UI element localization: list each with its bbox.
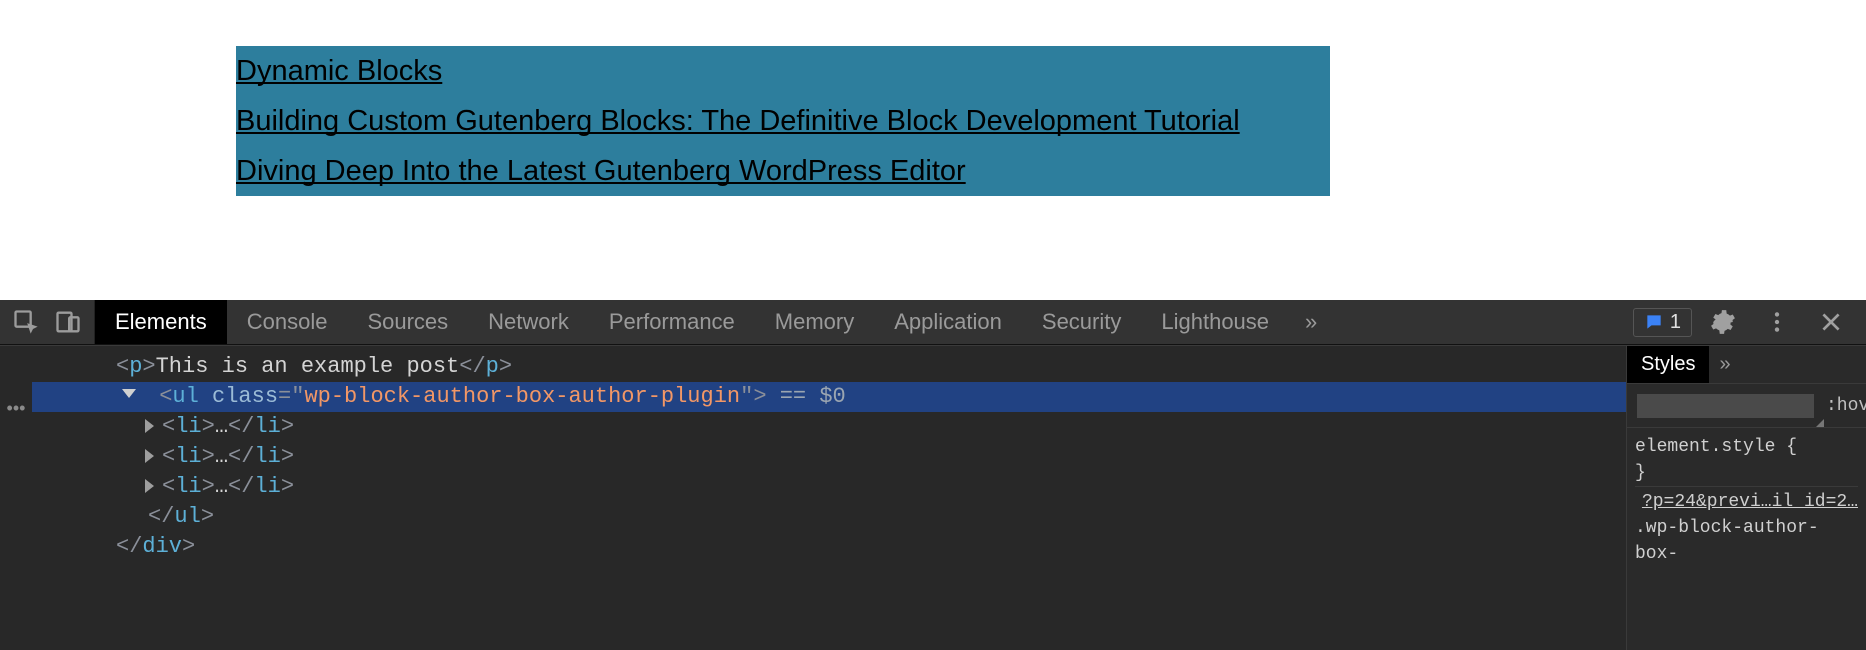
devtools-tabstrip: Elements Console Sources Network Perform… [0,300,1866,345]
gear-icon[interactable] [1710,309,1736,335]
issues-count: 1 [1670,311,1681,334]
tab-lighthouse[interactable]: Lighthouse [1141,300,1289,344]
styles-rule-selector: element.style [1635,437,1775,457]
highlighted-block: Dynamic Blocks Building Custom Gutenberg… [236,46,1330,196]
tree-row[interactable]: <li>…</li> [32,472,1626,502]
devtools: Elements Console Sources Network Perform… [0,300,1866,650]
link-dynamic-blocks[interactable]: Dynamic Blocks [236,46,1330,96]
brace-close: } [1635,463,1646,483]
message-icon [1644,312,1664,332]
tab-styles[interactable]: Styles [1627,346,1709,383]
tab-performance[interactable]: Performance [589,300,755,344]
styles-filter-input[interactable] [1637,394,1814,418]
tab-network[interactable]: Network [468,300,589,344]
styles-pane: Styles » :hov .cls + e [1626,346,1866,650]
devtools-tabstrip-left [0,300,95,344]
tab-security[interactable]: Security [1022,300,1141,344]
tab-sources[interactable]: Sources [347,300,468,344]
styles-tabbar: Styles » [1627,346,1866,384]
tree-row[interactable]: </div> [32,532,1626,562]
brace-open: { [1786,437,1797,457]
styles-source-link[interactable]: ?p=24&previ…il_id=2… [1635,486,1858,515]
inspect-element-icon[interactable] [12,308,40,336]
tabs-overflow-icon[interactable]: » [1289,300,1333,344]
elements-tree[interactable]: <p>This is an example post</p> <ul class… [32,346,1626,650]
tab-console[interactable]: Console [227,300,348,344]
devtools-body: ••• <p>This is an example post</p> <ul c… [0,345,1866,650]
styles-rule-selector: .wp-block-author-box- [1635,518,1819,564]
device-toolbar-icon[interactable] [54,308,82,336]
tree-row[interactable]: <li>…</li> [32,442,1626,472]
link-building-custom[interactable]: Building Custom Gutenberg Blocks: The De… [236,96,1330,146]
devtools-tabstrip-right: 1 [1621,300,1866,344]
tree-row[interactable]: <li>…</li> [32,412,1626,442]
tree-row-selected[interactable]: <ul class="wp-block-author-box-author-pl… [32,382,1626,412]
tree-row[interactable]: </ul> [32,502,1626,532]
resize-corner-icon [1816,419,1824,427]
tab-memory[interactable]: Memory [755,300,874,344]
styles-filter-row: :hov .cls + [1627,384,1866,428]
issues-badge[interactable]: 1 [1633,308,1692,337]
styles-content[interactable]: element.style { } ?p=24&previ…il_id=2… .… [1627,428,1866,650]
toggle-hov[interactable]: :hov [1826,396,1866,416]
tab-application[interactable]: Application [874,300,1022,344]
tree-row[interactable]: <p>This is an example post</p> [32,352,1626,382]
link-diving-deep[interactable]: Diving Deep Into the Latest Gutenberg Wo… [236,146,1330,196]
elements-gutter: ••• [0,346,32,650]
styles-tabs-overflow-icon[interactable]: » [1709,346,1740,383]
page-preview: Dynamic Blocks Building Custom Gutenberg… [0,0,1866,300]
gutter-dots-icon[interactable]: ••• [7,398,26,419]
tab-elements[interactable]: Elements [95,300,227,344]
devtools-tabs: Elements Console Sources Network Perform… [95,300,1333,344]
kebab-menu-icon[interactable] [1764,309,1790,335]
close-icon[interactable] [1818,309,1844,335]
